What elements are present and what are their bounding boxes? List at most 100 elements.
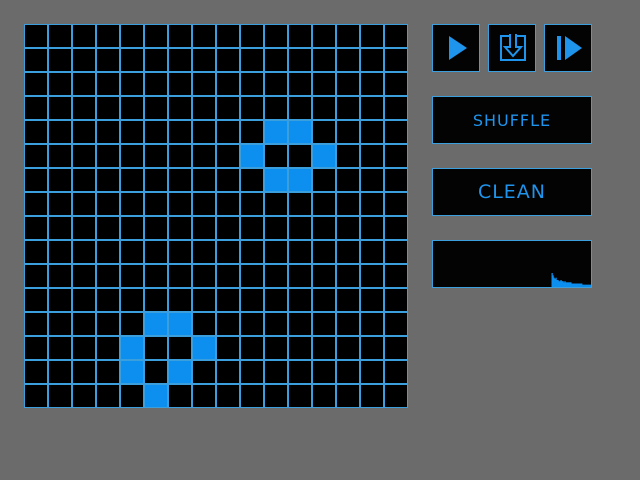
grid-cell[interactable] — [48, 312, 72, 336]
grid-cell[interactable] — [120, 96, 144, 120]
live-cell[interactable] — [144, 312, 168, 336]
grid-cell[interactable] — [24, 48, 48, 72]
grid-cell[interactable] — [168, 48, 192, 72]
grid-cell[interactable] — [312, 72, 336, 96]
grid-cell[interactable] — [384, 120, 408, 144]
grid-cell[interactable] — [264, 336, 288, 360]
grid-cell[interactable] — [288, 240, 312, 264]
grid-cell[interactable] — [120, 168, 144, 192]
grid-cell[interactable] — [144, 264, 168, 288]
grid-cell[interactable] — [168, 96, 192, 120]
grid-cell[interactable] — [384, 264, 408, 288]
grid-cell[interactable] — [72, 264, 96, 288]
grid-cell[interactable] — [192, 240, 216, 264]
grid-cell[interactable] — [312, 312, 336, 336]
grid-cell[interactable] — [384, 24, 408, 48]
live-cell[interactable] — [240, 144, 264, 168]
grid-cell[interactable] — [240, 240, 264, 264]
grid-cell[interactable] — [48, 24, 72, 48]
grid-cell[interactable] — [120, 312, 144, 336]
grid-cell[interactable] — [24, 384, 48, 408]
grid-cell[interactable] — [48, 168, 72, 192]
grid-cell[interactable] — [240, 24, 264, 48]
grid-cell[interactable] — [96, 360, 120, 384]
grid-cell[interactable] — [144, 24, 168, 48]
grid-cell[interactable] — [216, 216, 240, 240]
grid-cell[interactable] — [360, 168, 384, 192]
grid-cell[interactable] — [48, 264, 72, 288]
grid-cell[interactable] — [384, 360, 408, 384]
step-button[interactable] — [488, 24, 536, 72]
live-cell[interactable] — [144, 384, 168, 408]
grid-cell[interactable] — [120, 144, 144, 168]
grid-cell[interactable] — [144, 240, 168, 264]
grid-cell[interactable] — [144, 144, 168, 168]
grid-cell[interactable] — [336, 144, 360, 168]
grid-cell[interactable] — [312, 192, 336, 216]
grid-cell[interactable] — [288, 216, 312, 240]
grid-cell[interactable] — [360, 24, 384, 48]
grid-cell[interactable] — [312, 168, 336, 192]
grid-cell[interactable] — [96, 168, 120, 192]
grid-cell[interactable] — [72, 120, 96, 144]
grid-cell[interactable] — [336, 264, 360, 288]
grid-cell[interactable] — [168, 384, 192, 408]
grid-cell[interactable] — [264, 288, 288, 312]
grid-cell[interactable] — [24, 144, 48, 168]
grid-cell[interactable] — [48, 120, 72, 144]
play-button[interactable] — [432, 24, 480, 72]
grid-cell[interactable] — [216, 96, 240, 120]
grid-cell[interactable] — [168, 168, 192, 192]
live-cell[interactable] — [192, 336, 216, 360]
grid-cell[interactable] — [360, 312, 384, 336]
grid-cell[interactable] — [216, 288, 240, 312]
grid-cell[interactable] — [312, 384, 336, 408]
grid-cell[interactable] — [264, 312, 288, 336]
grid-cell[interactable] — [96, 96, 120, 120]
grid-cell[interactable] — [264, 384, 288, 408]
grid-cell[interactable] — [192, 312, 216, 336]
grid-cell[interactable] — [264, 216, 288, 240]
grid-cell[interactable] — [384, 312, 408, 336]
grid-cell[interactable] — [120, 264, 144, 288]
grid-cell[interactable] — [144, 192, 168, 216]
grid-cell[interactable] — [168, 192, 192, 216]
live-cell[interactable] — [288, 168, 312, 192]
grid-cell[interactable] — [336, 96, 360, 120]
grid-cell[interactable] — [168, 24, 192, 48]
grid-cell[interactable] — [48, 336, 72, 360]
grid-cell[interactable] — [360, 72, 384, 96]
grid-cell[interactable] — [192, 72, 216, 96]
grid-cell[interactable] — [336, 120, 360, 144]
grid-cell[interactable] — [240, 120, 264, 144]
grid-cell[interactable] — [216, 336, 240, 360]
grid-cell[interactable] — [288, 312, 312, 336]
grid-cell[interactable] — [72, 288, 96, 312]
grid-cell[interactable] — [216, 48, 240, 72]
grid-cell[interactable] — [120, 72, 144, 96]
grid-cell[interactable] — [336, 216, 360, 240]
grid-cell[interactable] — [240, 72, 264, 96]
grid-cell[interactable] — [72, 48, 96, 72]
grid-cell[interactable] — [192, 48, 216, 72]
grid-cell[interactable] — [360, 336, 384, 360]
grid-cell[interactable] — [24, 288, 48, 312]
grid-cell[interactable] — [168, 72, 192, 96]
grid-cell[interactable] — [336, 48, 360, 72]
grid-cell[interactable] — [264, 240, 288, 264]
live-cell[interactable] — [312, 144, 336, 168]
grid-cell[interactable] — [288, 72, 312, 96]
grid-cell[interactable] — [120, 192, 144, 216]
grid-cell[interactable] — [96, 72, 120, 96]
grid-cell[interactable] — [192, 168, 216, 192]
grid-cell[interactable] — [144, 72, 168, 96]
grid-cell[interactable] — [96, 216, 120, 240]
grid-cell[interactable] — [216, 312, 240, 336]
grid-cell[interactable] — [192, 144, 216, 168]
grid-cell[interactable] — [312, 360, 336, 384]
grid-cell[interactable] — [288, 24, 312, 48]
grid-cell[interactable] — [312, 264, 336, 288]
grid-cell[interactable] — [312, 120, 336, 144]
grid-cell[interactable] — [336, 384, 360, 408]
grid-cell[interactable] — [360, 288, 384, 312]
